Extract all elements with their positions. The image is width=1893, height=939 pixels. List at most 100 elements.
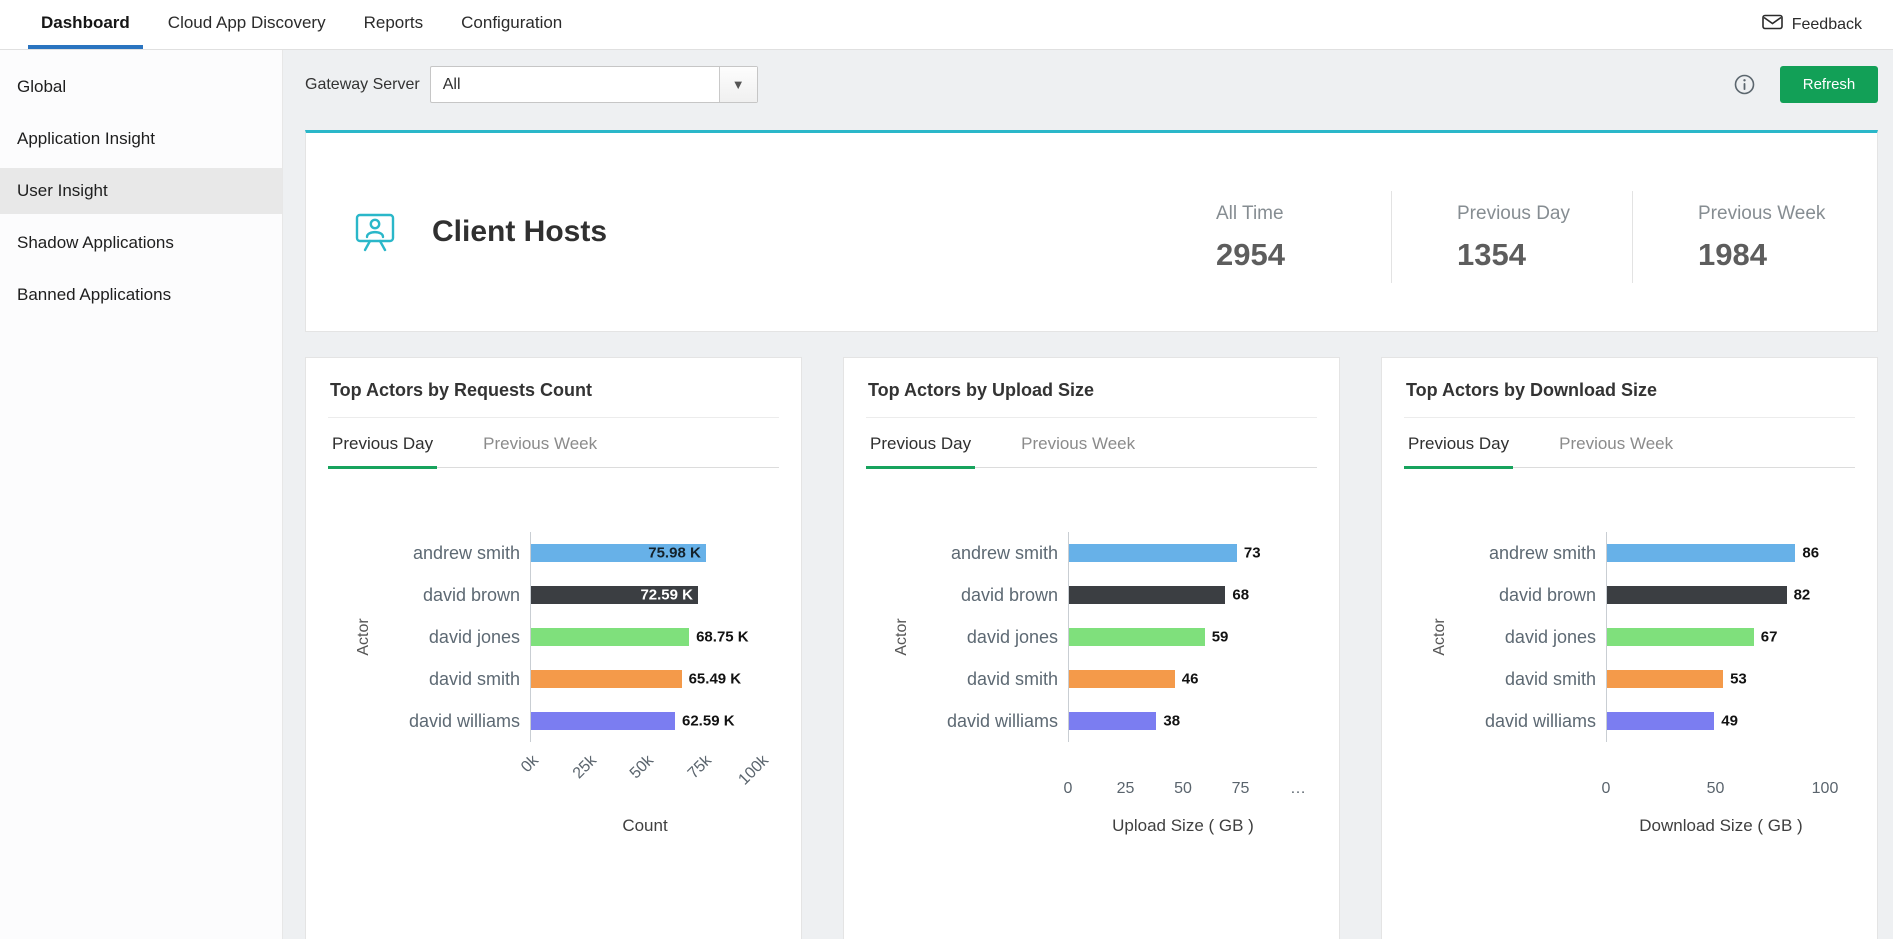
tab-previous-week[interactable]: Previous Week	[479, 434, 601, 467]
bar-row: david brown82	[1382, 574, 1877, 616]
chart-title: Top Actors by Download Size	[1382, 358, 1877, 417]
y-axis-label: Actor	[1431, 618, 1449, 655]
bar-track: 67	[1606, 616, 1836, 658]
nav-tab-dashboard[interactable]: Dashboard	[28, 0, 143, 49]
feedback-button[interactable]: Feedback	[1762, 0, 1893, 49]
x-tick: 50	[1707, 780, 1725, 798]
chart-tabs: Previous Day Previous Week	[1404, 418, 1855, 468]
x-tick: 50k	[627, 752, 658, 783]
bar-track: 68.75 K	[530, 616, 760, 658]
nav-tab-cloud-app-discovery[interactable]: Cloud App Discovery	[155, 0, 339, 49]
bar-david-brown: 72.59 K	[531, 586, 698, 604]
chart-card-top-actors-by-requests-count: Top Actors by Requests CountPrevious Day…	[305, 357, 802, 939]
stat-divider	[1391, 191, 1392, 283]
tab-previous-week[interactable]: Previous Week	[1555, 434, 1677, 467]
chevron-down-icon: ▼	[719, 67, 757, 102]
nav-tab-configuration[interactable]: Configuration	[448, 0, 575, 49]
gateway-server-select[interactable]: All ▼	[430, 66, 758, 103]
bar-value-label: 59	[1212, 629, 1229, 646]
chart-plot: Actorandrew smith73david brown68david jo…	[844, 532, 1339, 836]
stat-all-time: All Time2954	[1216, 203, 1371, 273]
bar-track: 49	[1606, 700, 1836, 742]
category-label: david smith	[844, 669, 1068, 690]
tab-previous-day[interactable]: Previous Day	[1404, 434, 1513, 467]
stat-previous-day: Previous Day1354	[1457, 203, 1612, 273]
bar-value-label: 68.75 K	[696, 629, 749, 646]
category-label: david smith	[306, 669, 530, 690]
toolbar: Gateway Server All ▼ Refresh	[305, 66, 1878, 103]
stat-value: 1984	[1698, 237, 1853, 273]
gateway-server-selected-value: All	[431, 76, 461, 94]
x-tick: 100	[1812, 780, 1839, 798]
bar-track: 46	[1068, 658, 1298, 700]
summary-stats: All Time2954 Previous Day1354 Previous Wee…	[1216, 203, 1853, 283]
x-axis-label: Upload Size ( GB )	[1068, 816, 1298, 836]
bar-track: 68	[1068, 574, 1298, 616]
category-label: david jones	[1382, 627, 1606, 648]
bar-row: david smith53	[1382, 658, 1877, 700]
bar-row: david smith46	[844, 658, 1339, 700]
stat-label: Previous Day	[1457, 203, 1612, 225]
category-label: david brown	[1382, 585, 1606, 606]
bar-track: 53	[1606, 658, 1836, 700]
bar-track: 72.59 K	[530, 574, 760, 616]
sidebar-item-user-insight[interactable]: User Insight	[0, 168, 282, 214]
y-axis-label: Actor	[893, 618, 911, 655]
bar-david-smith: 53	[1607, 670, 1723, 688]
category-label: andrew smith	[306, 543, 530, 564]
sidebar-item-global[interactable]: Global	[0, 64, 282, 110]
sidebar-item-application-insight[interactable]: Application Insight	[0, 116, 282, 162]
chart-title: Top Actors by Upload Size	[844, 358, 1339, 417]
bar-rows: andrew smith86david brown82david jones67…	[1382, 532, 1877, 742]
tab-previous-day[interactable]: Previous Day	[866, 434, 975, 467]
bar-value-label: 86	[1802, 545, 1819, 562]
chart-plot: Actorandrew smith86david brown82david jo…	[1382, 532, 1877, 836]
app-body: Global Application Insight User Insight Sha…	[0, 50, 1893, 939]
bar-track: 65.49 K	[530, 658, 760, 700]
toolbar-right: Refresh	[1734, 66, 1878, 103]
gateway-server-label: Gateway Server	[305, 76, 420, 94]
bar-track: 38	[1068, 700, 1298, 742]
bar-track: 82	[1606, 574, 1836, 616]
sidebar-item-banned-applications[interactable]: Banned Applications	[0, 272, 282, 318]
bar-andrew-smith: 75.98 K	[531, 544, 706, 562]
x-tick: 0	[1602, 780, 1611, 798]
bar-david-brown: 68	[1069, 586, 1225, 604]
stat-label: Previous Week	[1698, 203, 1853, 225]
tab-previous-week[interactable]: Previous Week	[1017, 434, 1139, 467]
bar-david-jones: 67	[1607, 628, 1754, 646]
bar-value-label: 72.59 K	[640, 587, 693, 604]
bar-david-brown: 82	[1607, 586, 1787, 604]
info-icon[interactable]	[1734, 74, 1756, 96]
chart-tabs: Previous Day Previous Week	[328, 418, 779, 468]
bar-row: david williams38	[844, 700, 1339, 742]
x-tick: 25k	[569, 752, 600, 783]
top-nav: DashboardCloud App DiscoveryReportsConfi…	[0, 0, 1893, 50]
client-hosts-monitor-user-icon	[352, 209, 398, 255]
category-label: david williams	[306, 711, 530, 732]
bar-david-smith: 46	[1069, 670, 1175, 688]
refresh-button[interactable]: Refresh	[1780, 66, 1878, 103]
x-tick: 0k	[518, 752, 543, 777]
chart-title: Top Actors by Requests Count	[306, 358, 801, 417]
bar-row: andrew smith86	[1382, 532, 1877, 574]
chart-card-top-actors-by-upload-size: Top Actors by Upload Size Previous Day Pre…	[843, 357, 1340, 939]
x-axis-ticks: 0255075…	[1068, 742, 1339, 808]
x-tick: …	[1290, 780, 1306, 798]
feedback-label: Feedback	[1792, 16, 1862, 34]
x-axis-ticks: 0k25k50k75k100k	[530, 742, 801, 808]
bar-david-williams: 38	[1069, 712, 1156, 730]
stat-value: 2954	[1216, 237, 1371, 273]
category-label: david williams	[1382, 711, 1606, 732]
category-label: david jones	[844, 627, 1068, 648]
bar-track: 59	[1068, 616, 1298, 658]
tab-previous-day[interactable]: Previous Day	[328, 434, 437, 467]
bar-row: david brown72.59 K	[306, 574, 801, 616]
summary-card: Client Hosts All Time2954Previous Day135…	[305, 130, 1878, 332]
sidebar-item-shadow-applications[interactable]: Shadow Applications	[0, 220, 282, 266]
bar-row: david jones68.75 K	[306, 616, 801, 658]
bar-value-label: 73	[1244, 545, 1261, 562]
nav-tab-reports[interactable]: Reports	[351, 0, 437, 49]
bar-value-label: 53	[1730, 671, 1747, 688]
bar-track: 62.59 K	[530, 700, 760, 742]
